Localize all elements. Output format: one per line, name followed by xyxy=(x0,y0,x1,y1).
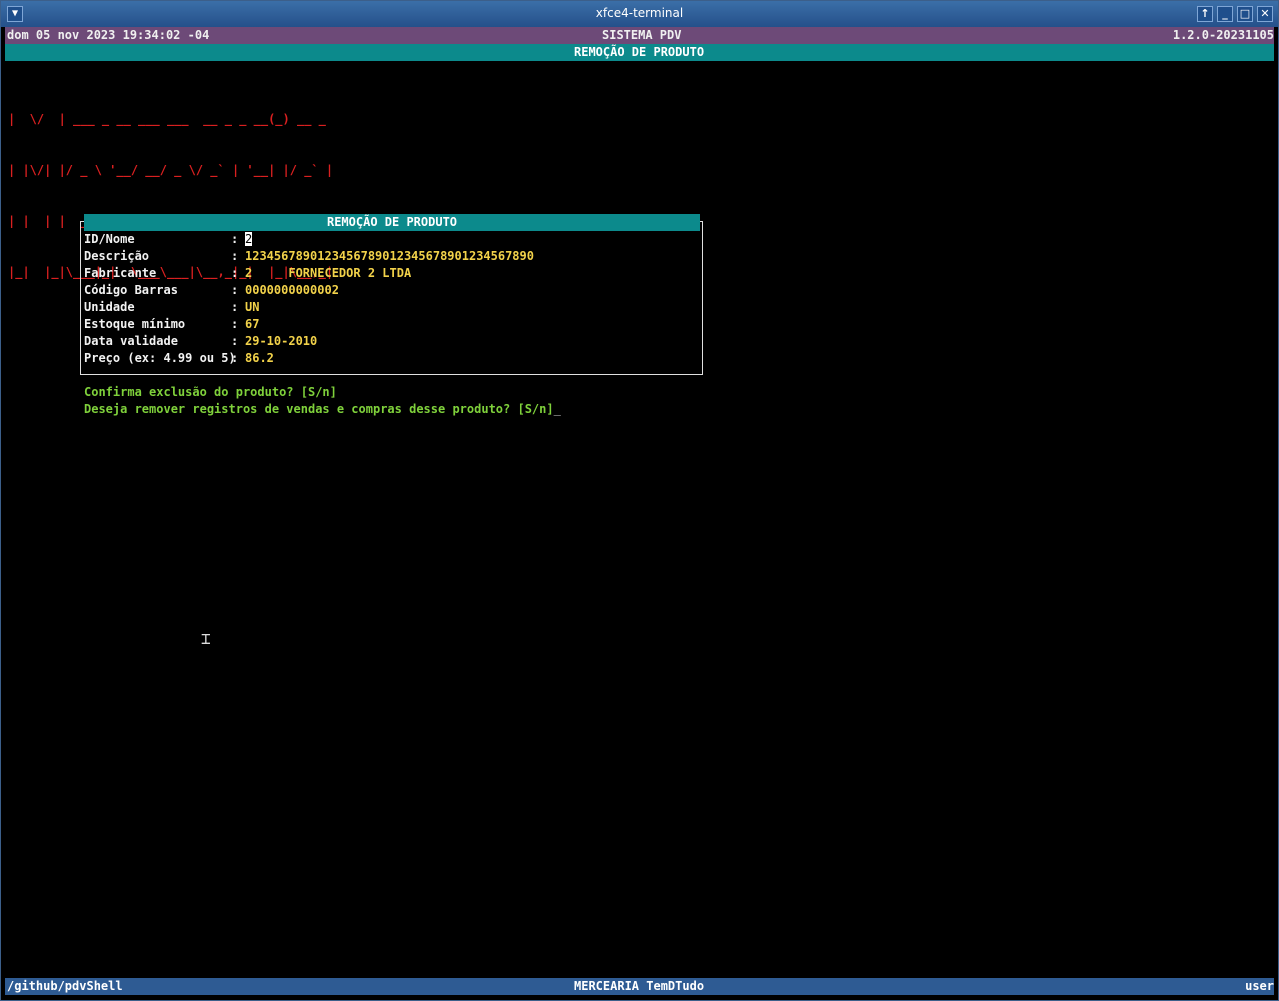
field-label: Código Barras xyxy=(84,283,178,297)
description-value: 1234567890123456789012345678901234567890 xyxy=(245,249,534,263)
close-button[interactable]: ✕ xyxy=(1257,6,1273,22)
field-separator: : xyxy=(231,249,246,263)
field-separator: : xyxy=(231,283,246,297)
field-separator: : xyxy=(231,300,246,314)
expiry-date-value: 29-10-2010 xyxy=(245,334,318,348)
terminal-area[interactable]: dom 05 nov 2023 19:34:02 -04 SISTEMA PDV… xyxy=(5,27,1274,997)
remove-records-row[interactable]: Deseja remover registros de vendas e com… xyxy=(84,401,561,418)
field-label: Estoque mínimo xyxy=(84,317,186,331)
id-name-value[interactable]: 2 xyxy=(245,232,253,246)
store-name: MERCEARIA TemDTudo xyxy=(574,979,705,993)
field-separator: : xyxy=(231,334,246,348)
ascii-logo-line: | |\/| |/ _ \ '__/ __/ _ \/ _` | '__| |/… xyxy=(8,163,334,177)
user-name: user xyxy=(1245,979,1274,993)
current-path: /github/pdvShell xyxy=(7,979,123,993)
minimize-icon: _ xyxy=(1222,7,1228,20)
field-label: Descrição xyxy=(84,249,150,263)
keep-above-button[interactable]: ↑ xyxy=(1197,6,1213,22)
ibeam-cursor-icon: ⌶ xyxy=(201,629,211,648)
barcode-value: 0000000000002 xyxy=(245,283,339,297)
ascii-logo-line: | \/ | ___ _ __ ___ ___ __ _ _ __(_) __ … xyxy=(8,112,326,126)
screen-title-bar: REMOÇÃO DE PRODUTO xyxy=(5,44,1274,61)
field-separator: : xyxy=(231,351,246,365)
status-bar-bottom: /github/pdvShell MERCEARIA TemDTudo user xyxy=(5,978,1274,995)
field-label: ID/Nome xyxy=(84,232,135,246)
manufacturer-value: 2 FORNECEDOR 2 LTDA xyxy=(245,266,412,280)
field-label: Data validade xyxy=(84,334,178,348)
field-label: Unidade xyxy=(84,300,135,314)
field-label: Fabricante xyxy=(84,266,157,280)
maximize-button[interactable]: □ xyxy=(1237,6,1253,22)
maximize-icon: □ xyxy=(1239,7,1251,20)
id-name-input[interactable]: 2 xyxy=(245,231,253,248)
system-name: SISTEMA PDV xyxy=(602,28,682,42)
window-title: xfce4-terminal xyxy=(595,6,684,20)
status-bar-top: dom 05 nov 2023 19:34:02 -04 SISTEMA PDV… xyxy=(5,27,1274,44)
arrow-up-icon: ↑ xyxy=(1200,7,1210,20)
panel-title: REMOÇÃO DE PRODUTO xyxy=(84,214,700,231)
unit-value: UN xyxy=(245,300,260,314)
field-separator: : xyxy=(231,232,246,246)
field-separator: : xyxy=(231,317,246,331)
field-label: Preço (ex: 4.99 ou 5) xyxy=(84,351,236,365)
terminal-window: ▼ xfce4-terminal ↑ _ □ ✕ dom 05 nov 2023… xyxy=(0,0,1279,1001)
field-row: ID/Nome xyxy=(84,231,135,248)
price-value: 86.2 xyxy=(245,351,274,365)
text-cursor: _ xyxy=(553,402,561,416)
confirm-delete-prompt: Confirma exclusão do produto? [S/n] xyxy=(84,385,337,399)
field-separator: : xyxy=(231,266,246,280)
window-titlebar[interactable]: ▼ xfce4-terminal ↑ _ □ ✕ xyxy=(1,1,1278,27)
minimize-button[interactable]: _ xyxy=(1217,6,1233,22)
min-stock-value: 67 xyxy=(245,317,260,331)
datetime: dom 05 nov 2023 19:34:02 -04 xyxy=(7,28,210,42)
version: 1.2.0-20231105 xyxy=(1172,28,1274,42)
remove-records-prompt: Deseja remover registros de vendas e com… xyxy=(84,402,554,416)
close-icon: ✕ xyxy=(1260,7,1270,20)
screen-title: REMOÇÃO DE PRODUTO xyxy=(574,45,705,59)
